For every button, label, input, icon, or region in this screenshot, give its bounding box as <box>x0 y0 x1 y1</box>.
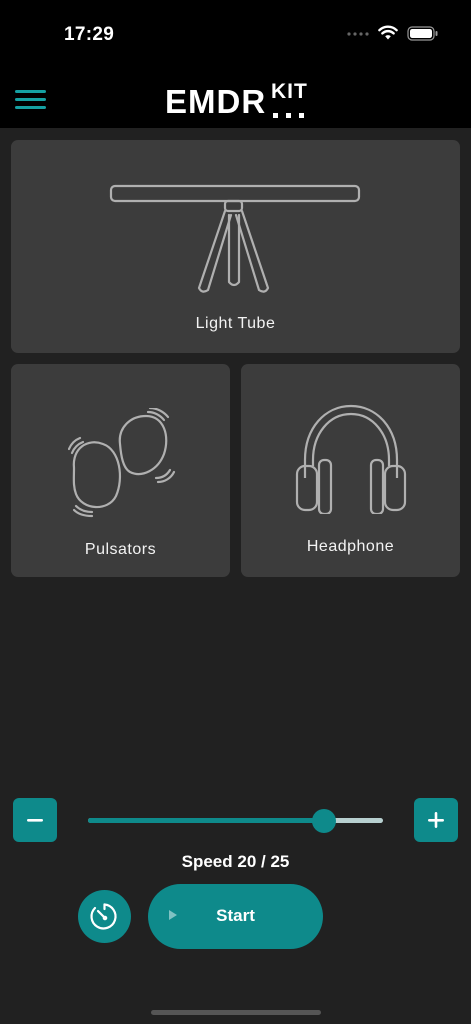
timer-button[interactable] <box>78 890 131 943</box>
status-icons <box>347 25 439 41</box>
logo-main-text: EMDR <box>165 83 267 120</box>
speed-label: Speed 20 / 25 <box>181 852 290 871</box>
app-header: EMDR KIT <box>0 74 471 128</box>
plus-icon <box>428 812 444 828</box>
light-tube-icon <box>109 184 361 293</box>
start-label: Start <box>216 906 255 925</box>
device-label: Light Tube <box>195 315 276 332</box>
decrease-speed-button[interactable] <box>13 798 57 842</box>
speed-slider-fill <box>88 818 324 823</box>
speed-slider[interactable] <box>88 809 383 833</box>
cellular-signal-icon <box>347 32 369 36</box>
speed-slider-row <box>0 798 471 842</box>
device-card-light-tube[interactable]: Light Tube <box>11 140 460 353</box>
increase-speed-button[interactable] <box>414 798 458 842</box>
speed-slider-thumb[interactable] <box>312 809 336 833</box>
timer-icon <box>90 903 117 930</box>
wifi-icon <box>378 25 398 40</box>
device-card-headphone[interactable]: Headphone <box>241 364 460 577</box>
hamburger-menu-icon <box>15 90 46 109</box>
battery-icon <box>407 25 438 41</box>
home-indicator[interactable] <box>151 1010 321 1015</box>
logo-sub-text: KIT <box>271 80 308 103</box>
hamburger-menu-button[interactable] <box>14 85 48 113</box>
device-card-pulsators[interactable]: Pulsators <box>11 364 230 577</box>
status-time: 17:29 <box>64 24 115 45</box>
minus-icon <box>27 819 43 822</box>
device-label: Pulsators <box>84 541 157 558</box>
pulsators-icon <box>68 408 176 518</box>
device-label: Headphone <box>306 538 395 555</box>
start-button[interactable]: Start <box>148 884 323 949</box>
headphone-icon <box>295 404 407 514</box>
app-logo: EMDR KIT <box>165 80 310 124</box>
status-bar: 17:29 <box>0 0 471 74</box>
logo-dots-icon <box>273 113 304 118</box>
